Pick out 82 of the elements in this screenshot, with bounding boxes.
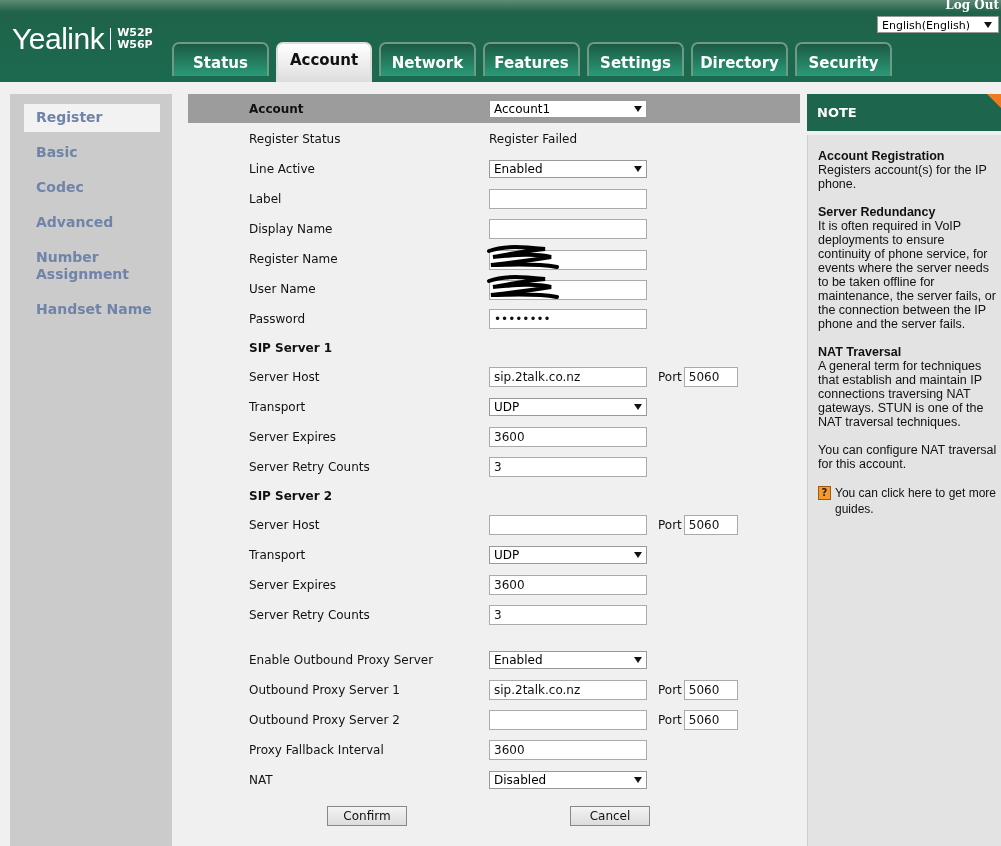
logo-text: Yealink — [12, 22, 105, 56]
model-name: W52P — [117, 27, 153, 39]
field-label: Label — [249, 192, 283, 206]
port-field[interactable]: 5060 — [683, 515, 738, 535]
nav-tab[interactable]: Status — [172, 42, 269, 76]
nav-tab[interactable]: Network — [379, 42, 476, 76]
cancel-button[interactable]: Cancel — [570, 806, 650, 826]
language-select[interactable]: English(English) — [877, 16, 999, 33]
nav-tab[interactable]: Account — [276, 42, 372, 82]
caret-icon — [634, 777, 642, 783]
input-field[interactable]: 3600 — [489, 427, 647, 447]
note-text: It is often required in VoIP deployments to ensure continuity of phone service, for events where the server needs to be taken offline for maintenance, the server fails, or the connection between the IP phone and the server fails. — [818, 219, 997, 331]
port-label: Port — [658, 518, 682, 532]
field-label: Register Name — [249, 252, 339, 266]
port-label: Port — [658, 683, 682, 697]
port-field[interactable]: 5060 — [683, 367, 738, 387]
field-label: Server Retry Counts — [249, 460, 371, 474]
field-label: Proxy Fallback Interval — [249, 743, 385, 757]
field-label: Server Host — [249, 518, 321, 532]
input-field[interactable] — [489, 710, 647, 730]
logout-link[interactable]: Log Out — [945, 0, 999, 12]
caret-icon — [634, 105, 642, 112]
model-name: W56P — [117, 39, 153, 51]
field-label: Outbound Proxy Server 2 — [249, 713, 401, 727]
status-value: Register Failed — [489, 132, 578, 146]
corner-icon — [987, 94, 1001, 108]
dropdown-field[interactable]: UDP — [489, 398, 647, 416]
note-heading: Account Registration — [818, 149, 946, 163]
note-text: You can configure NAT traversal for this account. — [818, 443, 997, 471]
input-field[interactable]: sip.2talk.co.nz — [489, 367, 647, 387]
field-label: Register Status — [249, 132, 342, 146]
dropdown-field[interactable]: Account1 — [489, 99, 647, 118]
field-label: Transport — [249, 548, 307, 562]
caret-icon — [634, 404, 642, 410]
nav-tab[interactable]: Security — [795, 42, 892, 76]
nav-tab[interactable]: Settings — [587, 42, 684, 76]
confirm-button[interactable]: Confirm — [327, 806, 407, 826]
caret-icon — [634, 657, 642, 663]
note-heading: NAT Traversal — [818, 345, 903, 359]
nav-tab[interactable]: Features — [483, 42, 580, 76]
note-title: NOTE — [817, 105, 857, 120]
note-text: Registers account(s) for the IP phone. — [818, 163, 988, 191]
input-field[interactable]: 3 — [489, 457, 647, 477]
nav-tab[interactable]: Directory — [691, 42, 788, 76]
port-label: Port — [658, 713, 682, 727]
caret-icon — [634, 166, 642, 172]
port-label: Port — [658, 370, 682, 384]
input-field[interactable]: sip.2talk.co.nz — [489, 680, 647, 700]
note-text: A general term for techniques that establish and maintain IP connections traversing NAT gateways. STUN is one of the NAT traversal techniques. — [818, 359, 985, 429]
section-heading: SIP Server 1 — [249, 341, 334, 355]
input-field[interactable] — [489, 219, 647, 239]
port-field[interactable]: 5060 — [683, 710, 738, 730]
note-heading: Server Redundancy — [818, 205, 937, 219]
field-label: Password — [249, 312, 307, 326]
field-label: Server Expires — [249, 430, 338, 444]
caret-icon — [634, 552, 642, 558]
help-icon[interactable]: ? — [818, 486, 831, 500]
field-label: Line Active — [249, 162, 316, 176]
field-label: Enable Outbound Proxy Server — [249, 653, 435, 667]
dropdown-field[interactable]: UDP — [489, 546, 647, 564]
field-label: Display Name — [249, 222, 334, 236]
field-label: Account — [249, 101, 305, 116]
field-label: Server Host — [249, 370, 321, 384]
guide-link[interactable]: You can click here to get more guides. — [835, 485, 997, 517]
field-label: Outbound Proxy Server 1 — [249, 683, 401, 697]
input-field[interactable] — [489, 515, 647, 535]
caret-icon — [984, 21, 992, 28]
field-label: Transport — [249, 400, 307, 414]
dropdown-field[interactable]: Disabled — [489, 771, 647, 789]
input-field[interactable]: 3600 — [489, 575, 647, 595]
field-label: User Name — [249, 282, 317, 296]
input-field[interactable]: 3 — [489, 605, 647, 625]
section-heading: SIP Server 2 — [249, 489, 334, 503]
dropdown-field[interactable]: Enabled — [489, 651, 647, 669]
field-label: NAT — [249, 773, 274, 787]
input-field[interactable]: •••••••• — [489, 309, 647, 329]
field-label: Server Expires — [249, 578, 338, 592]
dropdown-field[interactable]: Enabled — [489, 160, 647, 178]
field-label: Server Retry Counts — [249, 608, 371, 622]
port-field[interactable]: 5060 — [683, 680, 738, 700]
input-field[interactable]: 3600 — [489, 740, 647, 760]
input-field[interactable] — [489, 189, 647, 209]
